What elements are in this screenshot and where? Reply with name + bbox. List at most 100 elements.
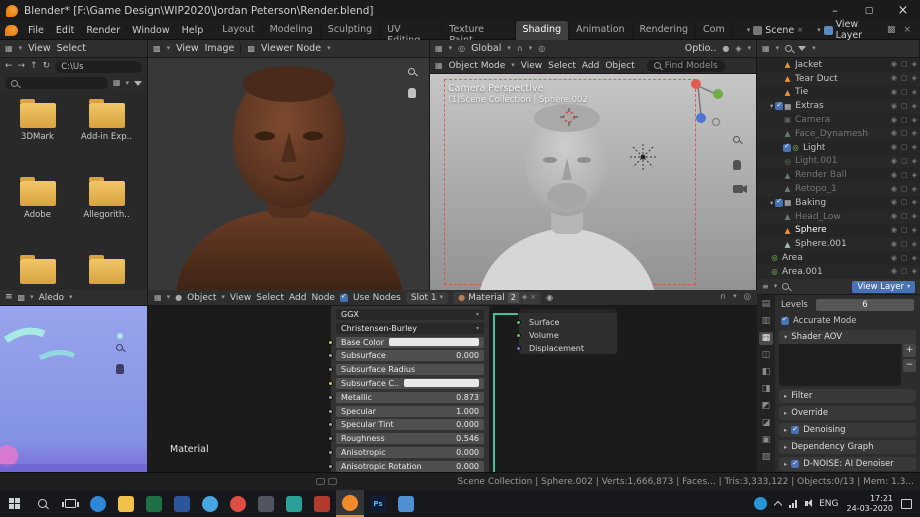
expand-icon[interactable] <box>784 409 787 418</box>
view-layer-chip[interactable]: View Layer <box>852 280 915 293</box>
principled-bsdf-node[interactable]: GGX Christensen-Burley Base Color Subsur… <box>328 306 490 472</box>
outliner-row-area-001[interactable]: Area.001 <box>757 264 920 279</box>
input-socket[interactable] <box>328 449 333 455</box>
editor-type-dropdown-icon[interactable] <box>30 294 34 301</box>
dnoise-checkbox[interactable] <box>791 459 800 468</box>
editor-type-dropdown-icon[interactable] <box>19 45 23 52</box>
tab-scene[interactable] <box>759 349 773 362</box>
outliner-row-area[interactable]: Area <box>757 251 920 265</box>
disable-render-icon[interactable] <box>912 213 917 220</box>
viewport-add-menu[interactable]: Add <box>582 61 599 71</box>
base-color-swatch[interactable] <box>388 338 479 347</box>
taskbar-app-word[interactable] <box>168 490 196 517</box>
taskbar-app-photoshop[interactable]: Ps <box>364 490 392 517</box>
tab-object-data[interactable] <box>759 451 773 464</box>
anisotropic-row[interactable]: Anisotropic 0.000 <box>328 446 484 458</box>
disable-viewport-icon[interactable] <box>901 186 908 193</box>
tab-uv-editing[interactable]: UV Editing <box>380 20 443 46</box>
hide-eye-icon[interactable] <box>891 117 897 124</box>
disable-render-icon[interactable] <box>912 61 917 68</box>
hide-eye-icon[interactable] <box>891 144 897 151</box>
filter-dropdown-icon[interactable] <box>812 45 816 52</box>
outliner-row-sphere-001[interactable]: Sphere.001 <box>757 237 920 252</box>
file-browser-select-menu[interactable]: Select <box>57 43 86 54</box>
folder-item[interactable]: Add-in Exp.. <box>72 95 141 173</box>
accurate-mode-checkbox[interactable] <box>781 315 789 325</box>
specular-row[interactable]: Specular 1.000 <box>328 405 484 417</box>
outliner-row-face-dynamesh[interactable]: Face_Dynamesh <box>757 126 920 141</box>
unlink-scene-icon[interactable] <box>797 27 803 34</box>
tab-physics[interactable] <box>759 434 773 447</box>
node-header[interactable] <box>519 309 617 313</box>
disable-render-icon[interactable] <box>912 199 917 206</box>
folder-item[interactable]: Adobe <box>3 173 72 251</box>
input-socket[interactable] <box>328 408 333 414</box>
outliner-row-light[interactable]: Light <box>757 141 920 155</box>
light-object-gizmo[interactable] <box>628 142 658 172</box>
editor-type-icon[interactable] <box>762 45 770 53</box>
minimize-button[interactable] <box>818 0 852 21</box>
taskbar-app-blue[interactable] <box>392 490 420 517</box>
tab-particles[interactable] <box>759 417 773 430</box>
object-name[interactable]: Tie <box>795 87 808 97</box>
material-datablock[interactable]: Material 2 <box>453 291 542 304</box>
surface-socket[interactable] <box>516 319 521 325</box>
tab-texture-paint[interactable]: Texture Paint <box>442 20 516 46</box>
taskbar-app-red[interactable] <box>308 490 336 517</box>
snap-dropdown-icon[interactable] <box>529 45 533 52</box>
remove-view-layer-icon[interactable] <box>903 26 911 35</box>
disable-viewport-icon[interactable] <box>901 75 908 82</box>
surface-input-row[interactable]: Surface <box>516 316 611 328</box>
taskbar-app-blender[interactable] <box>336 490 364 517</box>
disable-viewport-icon[interactable] <box>901 103 908 110</box>
object-name[interactable]: Area <box>782 253 803 263</box>
expand-icon[interactable] <box>784 426 787 435</box>
disable-render-icon[interactable] <box>912 89 917 96</box>
image-editor-canvas[interactable] <box>148 58 430 290</box>
slot-dropdown[interactable]: Slot 1 <box>405 291 449 304</box>
input-socket[interactable] <box>328 394 333 400</box>
tab-rendering[interactable]: Rendering <box>633 20 697 40</box>
tab-sculpting[interactable]: Sculpting <box>321 20 381 40</box>
new-view-layer-icon[interactable] <box>887 26 896 35</box>
disable-render-icon[interactable] <box>912 103 917 110</box>
hide-eye-icon[interactable] <box>891 61 897 68</box>
tab-animation[interactable]: Animation <box>569 20 633 40</box>
disable-viewport-icon[interactable] <box>901 241 908 248</box>
viewport-view-menu[interactable]: View <box>521 61 542 71</box>
disable-viewport-icon[interactable] <box>901 268 908 275</box>
back-icon[interactable] <box>5 62 13 71</box>
pan-hand-icon[interactable] <box>116 364 124 374</box>
disable-render-icon[interactable] <box>912 117 917 124</box>
use-nodes-checkbox[interactable] <box>339 292 348 302</box>
snap-magnet-icon[interactable] <box>720 293 726 302</box>
hide-eye-icon[interactable] <box>891 241 897 248</box>
add-aov-button[interactable] <box>903 344 916 357</box>
filter-icon[interactable] <box>798 46 807 51</box>
menu-edit[interactable]: Edit <box>50 24 80 37</box>
camera-view-icon[interactable] <box>733 184 747 194</box>
snap-magnet-icon[interactable] <box>517 45 523 53</box>
displacement-socket[interactable] <box>516 345 521 351</box>
specular-tint-row[interactable]: Specular Tint 0.000 <box>328 419 484 431</box>
outliner-row-head-low[interactable]: Head_Low <box>757 209 920 224</box>
volume-input-row[interactable]: Volume <box>516 329 611 341</box>
folder-item[interactable]: Allegorith.. <box>72 173 141 251</box>
parent-dir-icon[interactable] <box>30 62 38 71</box>
menu-file[interactable]: File <box>22 24 50 37</box>
expand-icon[interactable] <box>770 200 773 207</box>
shader-add-menu[interactable]: Add <box>289 293 306 303</box>
displacement-input-row[interactable]: Displacement <box>516 342 611 354</box>
disable-render-icon[interactable] <box>912 75 917 82</box>
close-button[interactable] <box>886 0 920 21</box>
remove-aov-button[interactable] <box>903 359 916 372</box>
object-name[interactable]: Camera <box>795 115 830 125</box>
dnoise-section[interactable]: D-NOISE: AI Denoiser <box>779 457 916 471</box>
outliner-row-light-001[interactable]: Light.001 <box>757 154 920 169</box>
expand-icon[interactable] <box>784 443 787 452</box>
disable-render-icon[interactable] <box>912 144 917 151</box>
mode-dropdown-icon[interactable] <box>511 62 515 69</box>
taskbar-app-teal[interactable] <box>280 490 308 517</box>
task-view-button[interactable] <box>56 490 84 517</box>
object-name[interactable]: Tear Duct <box>795 74 838 84</box>
